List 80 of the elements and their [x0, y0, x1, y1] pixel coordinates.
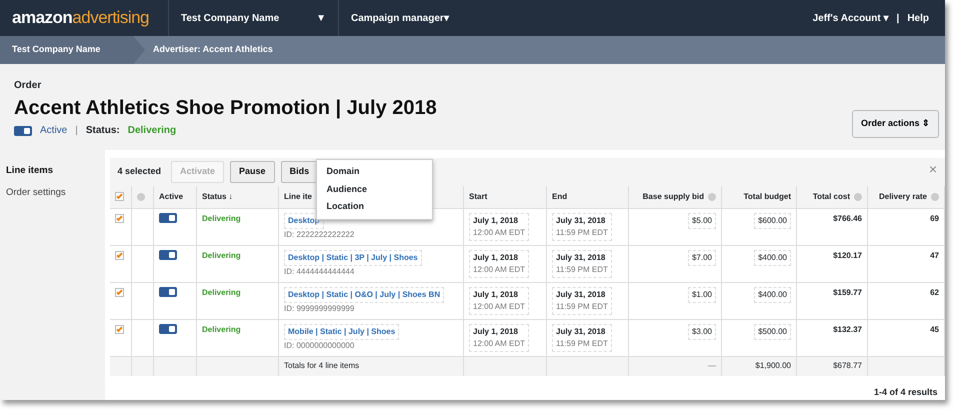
total-budget: $1,900.00	[755, 361, 791, 370]
totals-label: Totals for 4 line items	[284, 361, 360, 370]
budget-field[interactable]: $400.00	[754, 286, 791, 302]
status-text: Delivering	[202, 214, 241, 222]
account-menu[interactable]: Jeff's Account ▾	[812, 10, 889, 26]
total-cost: $678.77	[833, 361, 862, 370]
status-label: Status:	[86, 124, 120, 138]
checkbox[interactable]	[114, 324, 124, 334]
delivery-rate-text: 69	[930, 214, 939, 222]
menu-item[interactable]: Audience	[316, 180, 432, 198]
help-link[interactable]: Help	[907, 10, 929, 26]
cost-text: $120.17	[833, 250, 862, 260]
end-date-field[interactable]: July 31, 2018 11:59 PM EDT	[552, 250, 612, 278]
toolbar-button[interactable]: Pause	[230, 161, 275, 183]
cost-text: $132.37	[833, 324, 862, 334]
column-header[interactable]: Status ↓	[202, 192, 233, 201]
line-item-link[interactable]: Desktop | Static | 3P | July | Shoes	[284, 250, 422, 266]
checkbox[interactable]	[114, 288, 124, 297]
order-title: Accent Athletics Shoe Promotion | July 2018	[14, 97, 438, 119]
column-header[interactable]: Line ite	[284, 192, 312, 201]
breadcrumb-link[interactable]: Test Company Name	[0, 36, 145, 64]
bid-field[interactable]: $5.00	[688, 212, 716, 228]
bid-field[interactable]: $7.00	[688, 250, 716, 266]
info-icon	[137, 192, 145, 201]
bid-field[interactable]: $1.00	[688, 286, 716, 302]
breadcrumb-link[interactable]: Advertiser: Accent Athletics	[145, 43, 273, 57]
delivery-rate-text: 45	[930, 324, 939, 334]
sidebar-item[interactable]: Order settings	[6, 182, 98, 204]
status-text: Delivering	[202, 288, 241, 296]
toggle-switch[interactable]	[159, 286, 177, 296]
brand-logo[interactable]: amazonadvertising	[0, 5, 168, 31]
delivery-rate-text: 62	[930, 288, 939, 296]
divider-text: |	[896, 12, 900, 26]
start-date-field[interactable]: July 1, 2018 12:00 AM EDT	[469, 286, 530, 314]
budget-field[interactable]: $600.00	[754, 212, 791, 228]
divider-text: |	[75, 124, 78, 138]
selected-count: 4 selected	[118, 165, 162, 178]
order-actions-button[interactable]: Order actions ⇕	[852, 110, 939, 138]
results-count: 1-4 of 4 results	[874, 387, 938, 397]
column-header[interactable]: End	[552, 192, 568, 201]
end-date-field[interactable]: July 31, 2018 11:59 PM EDT	[552, 324, 612, 352]
start-date-field[interactable]: July 1, 2018 12:00 AM EDT	[469, 212, 530, 240]
line-item-link[interactable]: Desktop	[284, 212, 324, 228]
column-header[interactable]: Start	[469, 192, 488, 201]
checkbox[interactable]	[114, 250, 124, 260]
line-item-id: ID: 0000000000000	[284, 340, 354, 350]
checkbox[interactable]	[114, 214, 124, 223]
campaign-manager-menu[interactable]: Campaign manager▾	[351, 10, 449, 26]
bid-field[interactable]: $3.00	[688, 324, 716, 340]
line-item-link[interactable]: Mobile | Static | July | Shoes	[284, 324, 400, 340]
order-label: Order	[14, 79, 42, 93]
budget-field[interactable]: $400.00	[754, 250, 791, 266]
line-item-link[interactable]: Desktop | Static | O&O | July | Shoes BN	[284, 286, 444, 302]
menu-item[interactable]: Domain	[316, 163, 432, 180]
caret-icon[interactable]: ▼	[316, 10, 326, 26]
toggle-switch[interactable]	[14, 126, 32, 136]
toggle-switch[interactable]	[159, 250, 177, 260]
start-date-field[interactable]: July 1, 2018 12:00 AM EDT	[469, 250, 530, 278]
line-item-id: ID: 2222222222222	[284, 230, 354, 238]
toolbar-button[interactable]: Bids	[280, 161, 318, 183]
toggle-switch[interactable]	[159, 324, 177, 334]
menu-item[interactable]: Location	[316, 198, 432, 216]
budget-field[interactable]: $500.00	[754, 324, 791, 340]
active-label: Active	[40, 124, 68, 138]
cost-text: $159.77	[833, 288, 862, 296]
status-text: Delivering	[202, 250, 241, 260]
end-date-field[interactable]: July 31, 2018 11:59 PM EDT	[552, 212, 612, 240]
status-value: Delivering	[128, 124, 176, 138]
start-date-field[interactable]: July 1, 2018 12:00 AM EDT	[469, 324, 530, 352]
company-menu[interactable]: Test Company Name	[181, 10, 280, 26]
sidebar-item[interactable]: Line items	[6, 160, 98, 182]
checkbox[interactable]	[114, 192, 124, 202]
line-item-id: ID: 9999999999999	[284, 304, 354, 312]
cost-text: $766.46	[833, 214, 862, 222]
line-item-id: ID: 4444444444444	[284, 266, 354, 276]
end-date-field[interactable]: July 31, 2018 11:59 PM EDT	[552, 286, 612, 314]
delivery-rate-text: 47	[930, 250, 939, 260]
total-bid: —	[708, 361, 716, 370]
toggle-switch[interactable]	[159, 212, 177, 222]
status-text: Delivering	[202, 324, 241, 334]
